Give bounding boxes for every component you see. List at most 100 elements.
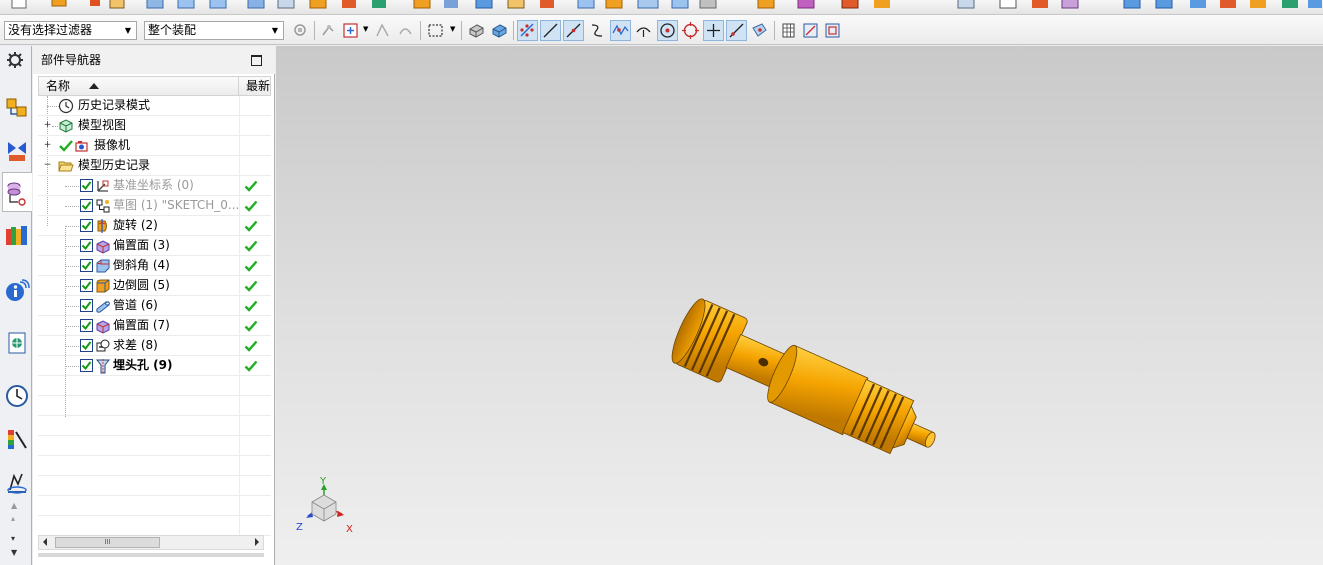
scroll-down-icon[interactable]: ▼ xyxy=(11,548,17,557)
visibility-checkbox[interactable] xyxy=(80,339,93,352)
visibility-checkbox[interactable] xyxy=(80,259,93,272)
graphics-window[interactable]: Y X Z xyxy=(276,46,1323,565)
snap-existing-point-button[interactable] xyxy=(703,20,724,41)
visibility-checkbox[interactable] xyxy=(80,219,93,232)
caret-down-icon[interactable]: ▼ xyxy=(450,25,455,33)
ribbon-icons-cutoff xyxy=(11,0,1322,9)
resource-bar-system-materials[interactable] xyxy=(4,426,30,452)
library-books-icon xyxy=(6,226,27,245)
resource-bar-settings[interactable] xyxy=(4,50,30,76)
snap-axis-button[interactable] xyxy=(800,20,821,41)
scroll-up-icon[interactable]: ▴ xyxy=(11,514,15,523)
tree-guide xyxy=(65,226,81,227)
general-selection-filter-button[interactable] xyxy=(290,20,311,41)
maximize-icon[interactable] xyxy=(251,55,262,66)
snap-quadrant-button[interactable] xyxy=(680,20,701,41)
feature-row-chamfer[interactable]: 倒斜角 (4) xyxy=(38,256,271,276)
web-browser-icon xyxy=(8,332,26,354)
select-body-button[interactable] xyxy=(466,20,487,41)
tree-guide xyxy=(65,286,81,287)
snap-arc-button[interactable] xyxy=(395,20,416,41)
tube-icon xyxy=(95,298,111,314)
feature-label: 基准坐标系 (0) xyxy=(113,178,194,192)
type-filter-dropdown[interactable]: 没有选择过滤器 ▼ xyxy=(4,21,137,40)
expand-plus-icon[interactable]: + xyxy=(43,121,52,131)
expand-plus-icon[interactable]: + xyxy=(43,141,52,151)
feature-row-edge-blend[interactable]: 边倒圆 (5) xyxy=(38,276,271,296)
column-header-name[interactable]: 名称 xyxy=(39,77,239,95)
collapse-minus-icon[interactable]: − xyxy=(43,161,52,171)
ribbon-icon-strip xyxy=(0,0,1323,15)
resource-bar-web-browser[interactable] xyxy=(4,330,30,356)
snap-curve-button[interactable] xyxy=(587,20,608,41)
resource-bar-assembly-navigator[interactable] xyxy=(4,96,30,122)
tree-row-history-mode[interactable]: 历史记录模式 xyxy=(38,96,271,116)
empty-row xyxy=(38,416,271,436)
resource-bar-information[interactable] xyxy=(4,278,30,304)
scroll-up-icon[interactable]: ▲ xyxy=(11,501,17,510)
visibility-checkbox[interactable] xyxy=(80,199,93,212)
visibility-checkbox[interactable] xyxy=(80,319,93,332)
snap-plane-button[interactable] xyxy=(822,20,843,41)
up-to-date-check-icon xyxy=(244,359,258,373)
shaft-part[interactable] xyxy=(666,295,948,472)
visibility-checkbox[interactable] xyxy=(80,179,93,192)
up-to-date-check-icon xyxy=(244,259,258,273)
scroll-down-icon[interactable]: ▾ xyxy=(11,534,15,543)
model-viewport[interactable]: Y X Z xyxy=(276,46,1323,565)
snap-intersection-button[interactable] xyxy=(610,20,631,41)
feature-row-revolve[interactable]: 旋转 (2) xyxy=(38,216,271,236)
snap-point-on-face-button[interactable] xyxy=(749,20,770,41)
grid-icon xyxy=(782,23,795,38)
tree-row-cameras[interactable]: + 摄像机 xyxy=(38,136,271,156)
snap-midpoint-button[interactable] xyxy=(540,20,561,41)
snap-arc-center-button[interactable] xyxy=(633,20,654,41)
select-face-button[interactable] xyxy=(489,20,510,41)
caret-down-icon[interactable]: ▼ xyxy=(363,25,368,33)
chamfer-icon xyxy=(95,258,111,274)
empty-row xyxy=(38,496,271,516)
resource-bar-part-navigator[interactable] xyxy=(2,172,32,212)
tree-row-model-views[interactable]: + 模型视图 xyxy=(38,116,271,136)
up-to-date-check-icon xyxy=(244,219,258,233)
visibility-checkbox[interactable] xyxy=(80,299,93,312)
snap-control-point-button[interactable] xyxy=(563,20,584,41)
feature-row-tube[interactable]: 管道 (6) xyxy=(38,296,271,316)
scroll-right-icon[interactable] xyxy=(255,538,259,546)
tree-row-model-history[interactable]: − 模型历史记录 xyxy=(38,156,271,176)
selection-scope-dropdown[interactable]: 整个装配 ▼ xyxy=(144,21,284,40)
sketch-icon xyxy=(95,198,111,214)
add-point-button[interactable] xyxy=(340,20,361,41)
resource-bar-process-studio[interactable] xyxy=(4,470,30,496)
snap-point-button[interactable] xyxy=(318,20,339,41)
feature-row-sketch[interactable]: 草图 (1) "SKETCH_0... xyxy=(38,196,271,216)
visibility-checkbox[interactable] xyxy=(80,279,93,292)
body-icon xyxy=(469,24,484,38)
visibility-checkbox[interactable] xyxy=(80,359,93,372)
snap-circle-center-button[interactable] xyxy=(657,20,678,41)
resource-bar-reuse-library[interactable] xyxy=(4,223,30,249)
feature-row-countersunk-hole[interactable]: 埋头孔 (9) xyxy=(38,356,271,376)
up-to-date-check-icon xyxy=(244,299,258,313)
horizontal-scrollbar[interactable]: III xyxy=(38,535,264,550)
feature-row-offset-face-3[interactable]: 偏置面 (3) xyxy=(38,236,271,256)
scroll-left-icon[interactable] xyxy=(43,538,47,546)
resource-bar-constraint-navigator[interactable] xyxy=(4,138,30,164)
snap-endpoint-button[interactable] xyxy=(517,20,538,41)
assembly-navigator-icon xyxy=(6,98,27,117)
feature-row-datum-csys[interactable]: 基准坐标系 (0) xyxy=(38,176,271,196)
navigator-title: 部件导航器 xyxy=(33,46,275,74)
feature-row-offset-face-7[interactable]: 偏置面 (7) xyxy=(38,316,271,336)
feature-label: 埋头孔 (9) xyxy=(113,358,173,372)
column-header-latest[interactable]: 最新 xyxy=(240,77,270,95)
tree-guide xyxy=(65,306,81,307)
scrollbar-thumb[interactable]: III xyxy=(55,537,160,548)
tree-guide xyxy=(65,346,81,347)
visibility-checkbox[interactable] xyxy=(80,239,93,252)
snap-bounded-grid-button[interactable] xyxy=(778,20,799,41)
rectangle-selection-button[interactable] xyxy=(425,20,446,41)
resource-bar-history[interactable] xyxy=(4,383,30,409)
snap-point-on-curve-button[interactable] xyxy=(726,20,747,41)
feature-row-subtract[interactable]: 求差 (8) xyxy=(38,336,271,356)
snap-angle-button[interactable] xyxy=(372,20,393,41)
